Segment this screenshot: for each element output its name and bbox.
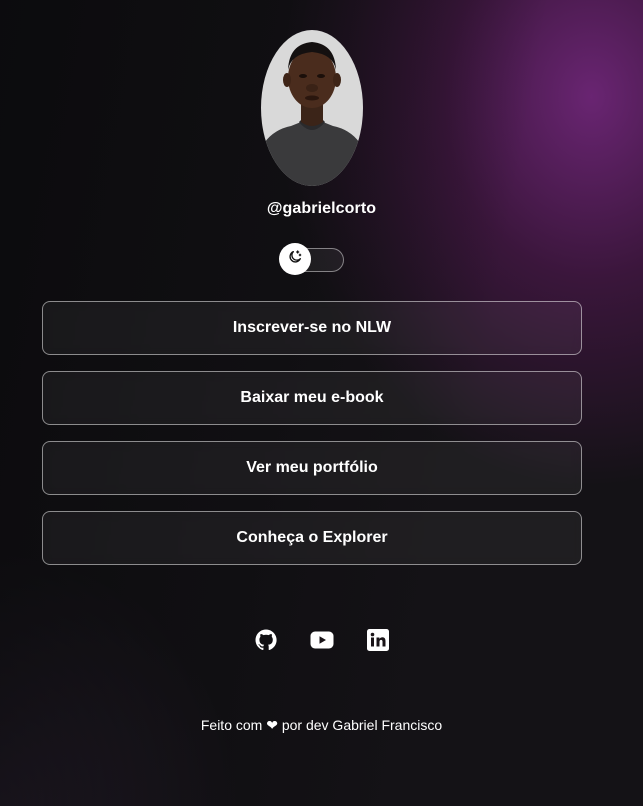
avatar <box>261 30 363 186</box>
explorer-button[interactable]: Conheça o Explorer <box>42 511 582 565</box>
youtube-icon[interactable] <box>310 628 334 652</box>
portfolio-button[interactable]: Ver meu portfólio <box>42 441 582 495</box>
theme-switch[interactable] <box>279 243 344 275</box>
list-item: Ver meu portfólio <box>42 441 582 495</box>
linkedin-icon[interactable] <box>366 628 390 652</box>
footer-prefix: Feito com <box>200 717 263 733</box>
links-list: Inscrever-se no NLW Baixar meu e-book Ve… <box>42 301 582 581</box>
social-links <box>0 628 643 652</box>
download-ebook-button[interactable]: Baixar meu e-book <box>42 371 582 425</box>
list-item: Inscrever-se no NLW <box>42 301 582 355</box>
footer-suffix: por dev Gabriel Francisco <box>281 717 443 733</box>
username: @gabrielcorto <box>266 200 377 217</box>
moon-icon <box>287 249 303 270</box>
github-icon[interactable] <box>254 628 278 652</box>
page: @gabrielcorto Inscrever-se no NLW Baixar… <box>0 0 643 806</box>
theme-switch-knob[interactable] <box>279 243 311 275</box>
list-item: Conheça o Explorer <box>42 511 582 565</box>
list-item: Baixar meu e-book <box>42 371 582 425</box>
heart-icon: ❤ <box>266 717 278 733</box>
nlw-signup-button[interactable]: Inscrever-se no NLW <box>42 301 582 355</box>
footer: Feito com ❤ por dev Gabriel Francisco <box>0 717 643 734</box>
